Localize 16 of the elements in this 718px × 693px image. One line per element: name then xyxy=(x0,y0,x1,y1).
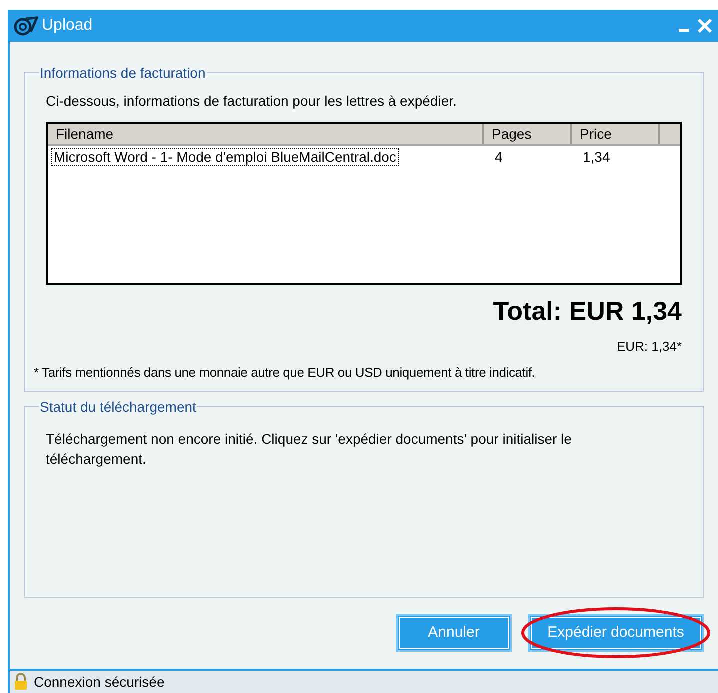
status-message: Téléchargement non encore initié. Cliquez sur 'expédier documents' pour initialiser le téléchargement. xyxy=(46,430,573,469)
status-text: Connexion sécurisée xyxy=(34,672,165,692)
close-icon[interactable] xyxy=(698,19,712,33)
column-header[interactable]: Pages xyxy=(484,124,572,144)
padlock-icon xyxy=(14,673,28,691)
app-logo-icon xyxy=(14,16,38,36)
currency-note: * Tarifs mentionnés dans une monnaie autre que EUR ou USD uniquement à titre indicatif. xyxy=(34,364,536,382)
table-cell-text: 1,34 xyxy=(582,148,612,166)
column-header[interactable]: Price xyxy=(572,124,660,144)
subtotal-text: EUR: 1,34* xyxy=(616,338,682,356)
column-header[interactable]: Filename xyxy=(48,124,484,144)
table-cell: Microsoft Word - 1- Mode d'emploi BlueMailCentral.doc xyxy=(51,148,400,166)
intro-text: Ci-dessous, informations de facturation pour les lettres à expédier. xyxy=(46,92,458,111)
total-amount: Total: EUR 1,34 xyxy=(493,295,682,327)
window-title: Upload xyxy=(42,16,93,36)
table-cell-text: 4 xyxy=(494,148,504,166)
